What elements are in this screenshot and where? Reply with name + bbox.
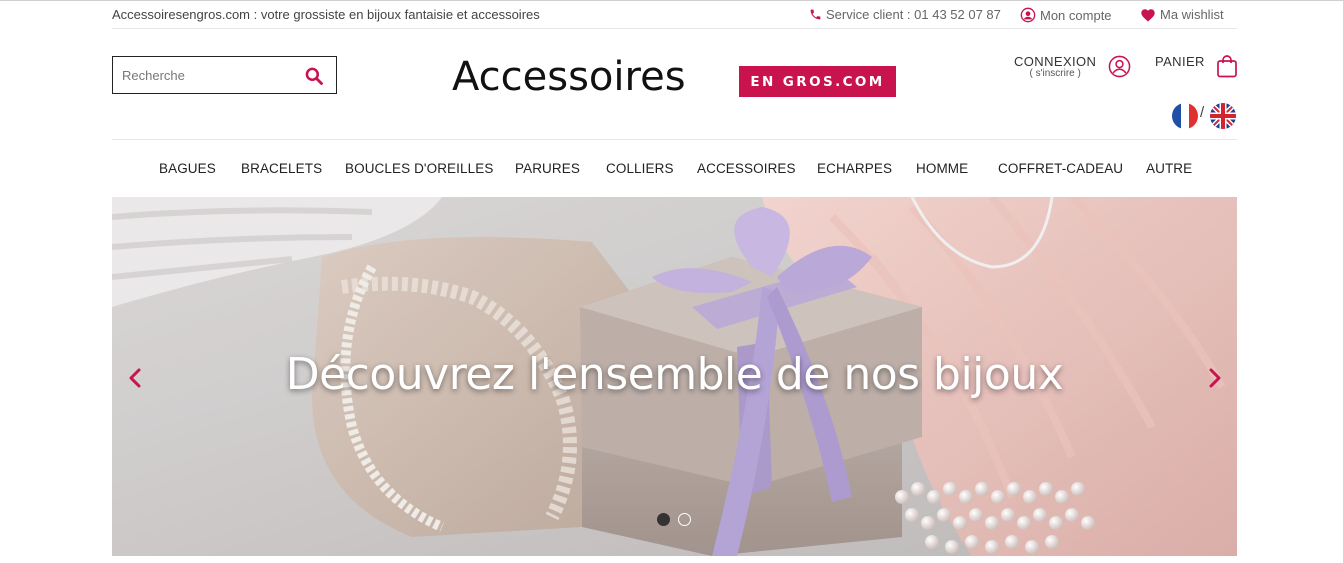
site-logo[interactable]: Accessoires EN GROS.COM — [452, 50, 898, 100]
site-tagline: Accessoiresengros.com : votre grossiste … — [112, 7, 540, 22]
main-nav: BAGUES BRACELETS BOUCLES D'OREILLES PARU… — [112, 142, 1237, 196]
nav-item-coffret-cadeau[interactable]: COFFRET-CADEAU — [998, 161, 1123, 176]
hero-headline: Découvrez l'ensemble de nos bijoux — [285, 349, 1064, 400]
search-icon[interactable] — [304, 66, 324, 86]
nav-item-homme[interactable]: HOMME — [916, 161, 968, 176]
nav-item-bracelets[interactable]: BRACELETS — [241, 161, 322, 176]
shopping-bag-icon[interactable] — [1216, 54, 1238, 78]
mon-compte-label: Mon compte — [1040, 7, 1112, 23]
panier-link[interactable]: PANIER — [1155, 54, 1205, 69]
uk-flag-icon[interactable] — [1210, 103, 1236, 129]
logo-wordmark: Accessoires — [452, 54, 686, 100]
wishlist-label: Ma wishlist — [1160, 7, 1224, 22]
nav-item-accessoires[interactable]: ACCESSOIRES — [697, 161, 796, 176]
wishlist-link[interactable]: Ma wishlist — [1140, 7, 1224, 22]
carousel-dot-1[interactable] — [657, 513, 670, 526]
nav-item-autre[interactable]: AUTRE — [1146, 161, 1192, 176]
logo-badge: EN GROS.COM — [739, 66, 896, 97]
user-circle-icon — [1020, 7, 1036, 23]
carousel-dot-2[interactable] — [678, 513, 691, 526]
inscrire-label: ( s'inscrire ) — [1029, 68, 1081, 79]
heart-icon — [1141, 9, 1155, 22]
nav-divider — [112, 139, 1237, 140]
french-flag-icon[interactable] — [1172, 103, 1198, 129]
nav-item-colliers[interactable]: COLLIERS — [606, 161, 674, 176]
nav-item-echarpes[interactable]: ECHARPES — [817, 161, 892, 176]
connexion-label: CONNEXION — [1014, 54, 1097, 69]
service-client-link[interactable]: Service client : 01 43 52 07 87 — [809, 7, 1001, 22]
nav-item-parures[interactable]: PARURES — [515, 161, 580, 176]
top-bar: Accessoiresengros.com : votre grossiste … — [112, 0, 1237, 29]
search-input[interactable] — [113, 57, 293, 93]
nav-item-bagues[interactable]: BAGUES — [159, 161, 216, 176]
hero-carousel: Découvrez l'ensemble de nos bijoux — [112, 197, 1237, 556]
phone-icon — [810, 9, 821, 20]
service-client-label: Service client : 01 43 52 07 87 — [826, 7, 1001, 22]
user-icon[interactable] — [1108, 55, 1131, 78]
chevron-right-icon[interactable] — [1205, 367, 1225, 389]
chevron-left-icon[interactable] — [125, 367, 145, 389]
flag-separator: / — [1200, 104, 1205, 121]
connexion-link[interactable]: CONNEXION ( s'inscrire ) — [1014, 54, 1096, 79]
search-box — [112, 56, 337, 94]
mon-compte-link[interactable]: Mon compte — [1020, 7, 1112, 23]
nav-item-boucles-doreilles[interactable]: BOUCLES D'OREILLES — [345, 161, 493, 176]
